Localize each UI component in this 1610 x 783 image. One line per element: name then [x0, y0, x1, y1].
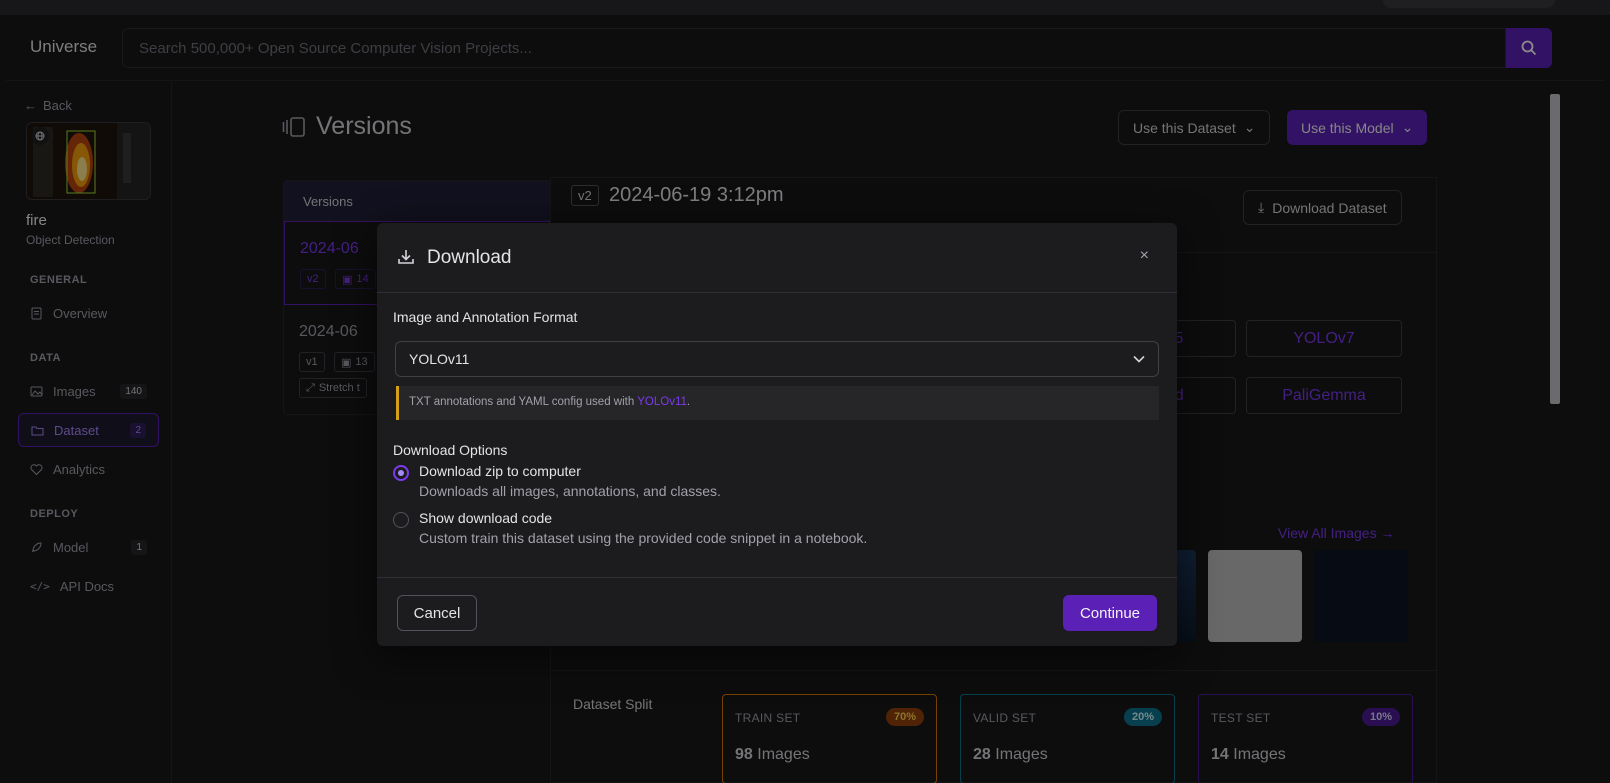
- radio-selected[interactable]: [393, 465, 409, 481]
- format-select-value: YOLOv11: [409, 351, 470, 367]
- radio-unselected[interactable]: [393, 512, 409, 528]
- modal-title: Download: [427, 247, 512, 268]
- download-options-label: Download Options: [393, 442, 508, 458]
- download-icon: [398, 250, 414, 264]
- close-icon[interactable]: ×: [1140, 247, 1149, 265]
- format-select[interactable]: YOLOv11: [395, 341, 1159, 377]
- modal-footer: Cancel Continue: [377, 577, 1177, 646]
- format-doc-link[interactable]: YOLOv11: [637, 396, 687, 408]
- chevron-down-icon: [1133, 355, 1145, 363]
- format-info-note: TXT annotations and YAML config used wit…: [396, 386, 1159, 420]
- continue-button[interactable]: Continue: [1063, 595, 1157, 631]
- cancel-button[interactable]: Cancel: [397, 595, 477, 631]
- format-label: Image and Annotation Format: [393, 309, 578, 325]
- download-modal: Download × Image and Annotation Format Y…: [377, 223, 1177, 646]
- modal-header: Download ×: [377, 223, 1177, 293]
